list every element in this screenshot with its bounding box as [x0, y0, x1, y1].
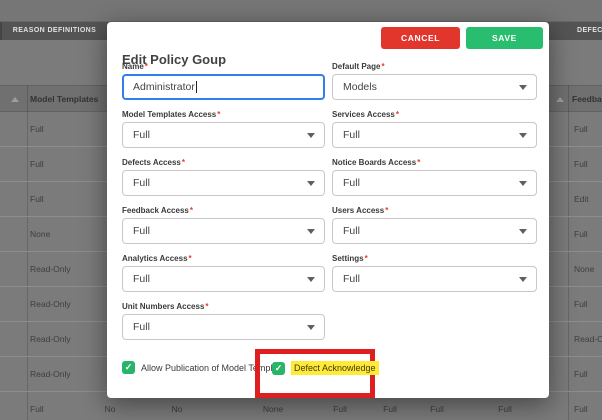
- chevron-down-icon: [519, 181, 527, 186]
- required-asterisk: *: [381, 62, 384, 71]
- required-asterisk: *: [385, 206, 388, 215]
- chevron-down-icon: [307, 229, 315, 234]
- chevron-down-icon: [519, 229, 527, 234]
- cell-feedback: Full: [574, 217, 588, 251]
- cell-feedback: Full: [574, 392, 588, 420]
- settings-select[interactable]: Full: [332, 266, 537, 292]
- feedback-access-select[interactable]: Full: [122, 218, 325, 244]
- required-asterisk: *: [417, 158, 420, 167]
- cell-feedback: None: [574, 252, 594, 286]
- required-asterisk: *: [145, 62, 148, 71]
- required-asterisk: *: [396, 110, 399, 119]
- cell-model-templates: Full: [30, 392, 44, 420]
- field-analytics-access: Analytics Access* Full: [122, 254, 325, 292]
- field-default-page: Default Page* Models: [332, 62, 537, 100]
- text-cursor: [196, 81, 197, 93]
- field-settings: Settings* Full: [332, 254, 537, 292]
- field-label: Settings*: [332, 254, 537, 264]
- cell-feedback: Full: [574, 287, 588, 321]
- field-label: Name*: [122, 62, 325, 72]
- services-access-select[interactable]: Full: [332, 122, 537, 148]
- cell-feedback: Edit: [574, 182, 589, 216]
- field-label: Unit Numbers Access*: [122, 302, 325, 312]
- edit-policy-group-modal: Edit Policy Goup CANCEL SAVE Name* Admin…: [107, 22, 549, 398]
- field-model-templates-access: Model Templates Access* Full: [122, 110, 325, 148]
- column-header-feedback: Feedback: [572, 86, 602, 113]
- chevron-down-icon: [307, 181, 315, 186]
- sort-asc-icon: [11, 97, 19, 102]
- cell-feedback: Read-Only: [574, 322, 602, 356]
- field-name: Name* Administrator: [122, 62, 325, 100]
- field-label: Users Access*: [332, 206, 537, 216]
- field-label: Model Templates Access*: [122, 110, 325, 120]
- field-unit-numbers-access: Unit Numbers Access* Full: [122, 302, 325, 340]
- required-asterisk: *: [365, 254, 368, 263]
- defect-acknowledge-checkbox[interactable]: ✓ Defect Acknowledge: [272, 361, 379, 375]
- chevron-down-icon: [307, 325, 315, 330]
- field-label: Defects Access*: [122, 158, 325, 168]
- field-services-access: Services Access* Full: [332, 110, 537, 148]
- checkbox-label-highlighted: Defect Acknowledge: [291, 361, 379, 375]
- chevron-down-icon: [307, 133, 315, 138]
- field-users-access: Users Access* Full: [332, 206, 537, 244]
- field-label: Services Access*: [332, 110, 537, 120]
- field-notice-boards-access: Notice Boards Access* Full: [332, 158, 537, 196]
- cell-model-templates: Full: [30, 147, 44, 181]
- default-page-select[interactable]: Models: [332, 74, 537, 100]
- unit-numbers-access-select[interactable]: Full: [122, 314, 325, 340]
- cell-model-templates: Full: [30, 112, 44, 146]
- field-feedback-access: Feedback Access* Full: [122, 206, 325, 244]
- chevron-down-icon: [519, 85, 527, 90]
- cell-feedback: Full: [574, 147, 588, 181]
- tab-defect-definitions: DEFEC: [577, 22, 602, 40]
- defects-access-select[interactable]: Full: [122, 170, 325, 196]
- users-access-select[interactable]: Full: [332, 218, 537, 244]
- policy-form: Name* Administrator Default Page* Models…: [122, 62, 537, 340]
- field-label: Notice Boards Access*: [332, 158, 537, 168]
- notice-boards-access-select[interactable]: Full: [332, 170, 537, 196]
- model-templates-access-select[interactable]: Full: [122, 122, 325, 148]
- cell-model-templates: Read-Only: [30, 322, 71, 356]
- field-label: Analytics Access*: [122, 254, 325, 264]
- column-header-model-templates: Model Templates: [30, 86, 98, 113]
- cell-model-templates: Read-Only: [30, 252, 71, 286]
- cell-feedback: Full: [574, 357, 588, 391]
- cell-feedback: Full: [574, 112, 588, 146]
- required-asterisk: *: [190, 206, 193, 215]
- field-label: Feedback Access*: [122, 206, 325, 216]
- field-label: Default Page*: [332, 62, 537, 72]
- tab-reason-definitions: REASON DEFINITIONS: [2, 22, 107, 40]
- save-button[interactable]: SAVE: [466, 27, 543, 49]
- required-asterisk: *: [182, 158, 185, 167]
- chevron-down-icon: [519, 133, 527, 138]
- required-asterisk: *: [217, 110, 220, 119]
- chevron-down-icon: [519, 277, 527, 282]
- allow-publication-checkbox[interactable]: ✓ Allow Publication of Model Template: [122, 361, 285, 374]
- required-asterisk: *: [189, 254, 192, 263]
- app-screen: REASON DEFINITIONS DEFEC Model Templates…: [0, 0, 602, 420]
- checkbox-label: Allow Publication of Model Template: [141, 363, 285, 373]
- cell-model-templates: Read-Only: [30, 287, 71, 321]
- checkbox-checked-icon: ✓: [122, 361, 135, 374]
- cell-model-templates: Full: [30, 182, 44, 216]
- cell-model-templates: None: [30, 217, 50, 251]
- sort-asc-icon: [556, 97, 564, 102]
- top-bar: [0, 0, 602, 22]
- chevron-down-icon: [307, 277, 315, 282]
- cancel-button[interactable]: CANCEL: [381, 27, 460, 49]
- checkbox-checked-icon: ✓: [272, 362, 285, 375]
- field-defects-access: Defects Access* Full: [122, 158, 325, 196]
- analytics-access-select[interactable]: Full: [122, 266, 325, 292]
- name-input[interactable]: Administrator: [122, 74, 325, 100]
- required-asterisk: *: [205, 302, 208, 311]
- cell-model-templates: Read-Only: [30, 357, 71, 391]
